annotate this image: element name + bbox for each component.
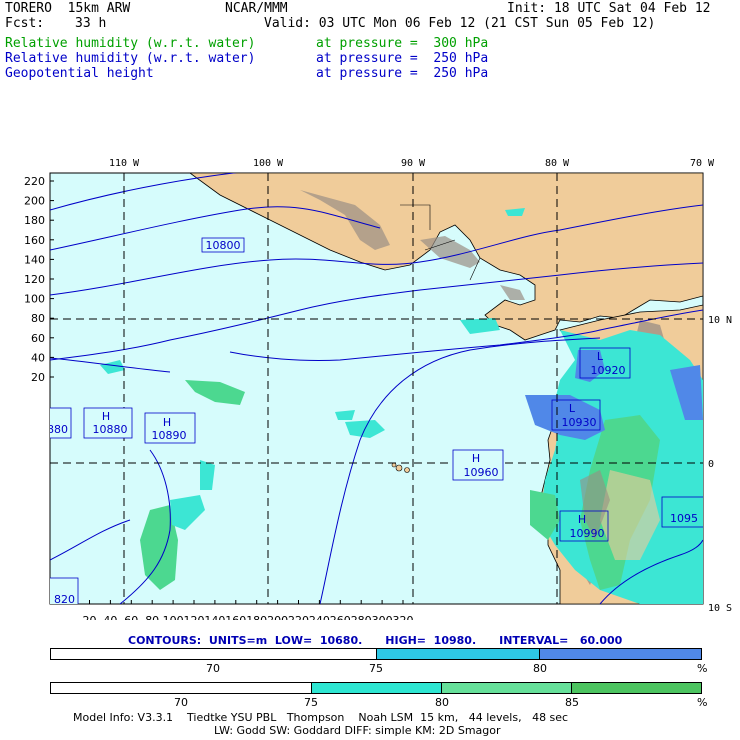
svg-text:10880: 10880 <box>93 423 128 436</box>
legend-rh300-label-85: 85 <box>565 696 579 709</box>
lon-label-110w: 110 W <box>109 158 140 169</box>
y-tick-label: 60 <box>31 332 45 345</box>
svg-text:H: H <box>578 513 586 526</box>
weather-map: 10800 H 10880 H 10890 H 10960 L 10920 L … <box>24 158 732 620</box>
y-tick-label: 160 <box>24 234 45 247</box>
y-tick-label: 100 <box>24 293 45 306</box>
svg-text:1095: 1095 <box>670 512 698 525</box>
legend-rh250-segment-3 <box>540 649 701 659</box>
model-info-line1: Model Info: V3.3.1 Tiedtke YSU PBL Thomp… <box>73 711 569 724</box>
svg-text:880: 880 <box>47 423 68 436</box>
svg-text:H: H <box>102 410 110 423</box>
x-tick-label: 300 <box>372 614 393 620</box>
lat-label-10s: 10 S <box>708 603 732 614</box>
legend-rh300-label-75: 75 <box>304 696 318 709</box>
init-time: Init: 18 UTC Sat 04 Feb 12 <box>507 1 711 16</box>
svg-text:10920: 10920 <box>591 364 626 377</box>
legend-rh300-bar <box>50 682 702 694</box>
x-tick-label: 80 <box>145 614 159 620</box>
legend-rh300-segment-2 <box>312 683 442 693</box>
y-tick-label: 180 <box>24 214 45 227</box>
field-rh250-name: Relative humidity (w.r.t. water) <box>5 51 256 66</box>
legend-rh300-segment-4 <box>572 683 701 693</box>
x-tick-label: 240 <box>309 614 330 620</box>
field-rh250-level: at pressure = 250 hPa <box>316 51 489 66</box>
lat-label-10n: 10 N <box>708 315 732 326</box>
lon-label-100w: 100 W <box>253 158 284 169</box>
x-tick-label: 200 <box>267 614 288 620</box>
legend-rh250-label-80: 80 <box>533 662 547 675</box>
svg-text:H: H <box>163 416 171 429</box>
svg-text:10800: 10800 <box>206 239 241 252</box>
lon-label-90w: 90 W <box>401 158 426 169</box>
legend-rh300-segment-3 <box>442 683 572 693</box>
field-geopotential-name: Geopotential height <box>5 66 154 81</box>
svg-text:H: H <box>472 452 480 465</box>
model-info-line2: LW: Godd SW: Goddard DIFF: simple KM: 2D… <box>214 724 501 737</box>
y-tick-label: 40 <box>31 351 45 364</box>
svg-text:L: L <box>597 350 604 363</box>
x-tick-label: 280 <box>351 614 372 620</box>
x-tick-label: 20 <box>83 614 97 620</box>
legend-rh250-label-70: 70 <box>206 662 220 675</box>
forecast-hour: 33 h <box>75 16 107 31</box>
svg-text:L: L <box>569 402 576 415</box>
y-tick-label: 120 <box>24 273 45 286</box>
svg-text:10930: 10930 <box>562 416 597 429</box>
x-tick-label: 100 <box>163 614 184 620</box>
y-tick-label: 220 <box>24 175 45 188</box>
x-tick-label: 260 <box>330 614 351 620</box>
field-rh300-name: Relative humidity (w.r.t. water) <box>5 36 256 51</box>
x-tick-label: 60 <box>124 614 138 620</box>
y-tick-label: 140 <box>24 253 45 266</box>
legend-rh300-segment-1 <box>51 683 312 693</box>
legend-rh250-segment-1 <box>51 649 377 659</box>
legend-rh300-label-80: 80 <box>435 696 449 709</box>
svg-text:10960: 10960 <box>464 466 499 479</box>
svg-text:10990: 10990 <box>570 527 605 540</box>
forecast-label: Fcst: <box>5 16 45 31</box>
pressure-center-h-10880: H 10880 <box>83 407 133 439</box>
svg-text:10890: 10890 <box>152 429 187 442</box>
legend-rh300-label-pct: % <box>697 696 708 709</box>
y-tick-label: 80 <box>31 312 45 325</box>
x-tick-label: 40 <box>103 614 117 620</box>
legend-rh250-bar <box>50 648 702 660</box>
x-tick-label: 180 <box>246 614 267 620</box>
valid-time: Valid: 03 UTC Mon 06 Feb 12 (21 CST Sun … <box>264 16 656 31</box>
pressure-center-h-10960: H 10960 <box>452 449 504 481</box>
center-label: NCAR/MMM <box>225 1 288 16</box>
legend-rh300-label-70: 70 <box>174 696 188 709</box>
lon-label-70w: 70 W <box>690 158 715 169</box>
model-title: TORERO 15km ARW <box>5 1 131 16</box>
y-tick-label: 200 <box>24 195 45 208</box>
x-tick-label: 160 <box>225 614 246 620</box>
legend-rh250-label-75: 75 <box>369 662 383 675</box>
pressure-center-h-10890: H 10890 <box>144 412 196 444</box>
legend-rh250-label-pct: % <box>697 662 708 675</box>
field-geopotential-level: at pressure = 250 hPa <box>316 66 489 81</box>
contour-label-10800: 10800 <box>201 237 245 253</box>
lat-label-0: 0 <box>708 459 714 470</box>
legend-rh250-segment-2 <box>377 649 540 659</box>
x-tick-label: 220 <box>288 614 309 620</box>
edge-label-820: 820 <box>50 577 79 604</box>
lon-label-80w: 80 W <box>545 158 570 169</box>
x-tick-label: 120 <box>184 614 205 620</box>
contours-info: CONTOURS: UNITS=m LOW= 10680. HIGH= 1098… <box>128 634 623 647</box>
edge-label-880: 880 <box>47 407 72 439</box>
x-tick-label: 140 <box>204 614 225 620</box>
y-tick-label: 20 <box>31 371 45 384</box>
x-tick-label: 320 <box>393 614 414 620</box>
field-rh300-level: at pressure = 300 hPa <box>316 36 489 51</box>
